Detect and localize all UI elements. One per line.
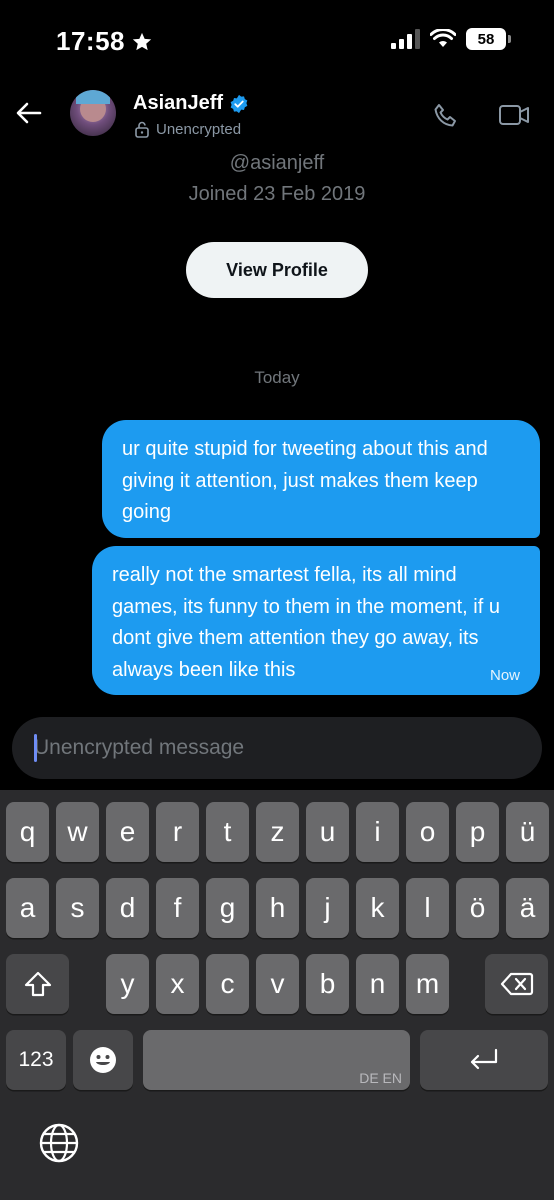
status-indicators: 58: [390, 28, 511, 50]
key-y[interactable]: y: [106, 954, 149, 1014]
star-icon: [132, 32, 152, 50]
status-time: 17:58: [56, 26, 153, 57]
backspace-icon: [500, 972, 533, 996]
key-l[interactable]: l: [406, 878, 449, 938]
key-u-umlaut[interactable]: ü: [506, 802, 549, 862]
key-g[interactable]: g: [206, 878, 249, 938]
emoji-icon: [90, 1047, 116, 1073]
phone-icon[interactable]: [432, 102, 460, 130]
key-p[interactable]: p: [456, 802, 499, 862]
space-bar[interactable]: DE EN: [143, 1030, 410, 1090]
key-v[interactable]: v: [256, 954, 299, 1014]
key-o[interactable]: o: [406, 802, 449, 862]
chat-header: AsianJeff Unencrypted: [0, 80, 554, 154]
shift-arrow-icon: [24, 971, 51, 997]
date-separator: Today: [254, 368, 300, 387]
key-h[interactable]: h: [256, 878, 299, 938]
key-a[interactable]: a: [6, 878, 49, 938]
key-r[interactable]: r: [156, 802, 199, 862]
key-s[interactable]: s: [56, 878, 99, 938]
key-i[interactable]: i: [356, 802, 399, 862]
key-c[interactable]: c: [206, 954, 249, 1014]
key-e[interactable]: e: [106, 802, 149, 862]
key-n[interactable]: n: [356, 954, 399, 1014]
encryption-label: Unencrypted: [156, 120, 242, 138]
wifi-icon: [430, 29, 456, 47]
key-o-umlaut[interactable]: ö: [456, 878, 499, 938]
key-t[interactable]: t: [206, 802, 249, 862]
signal-icon: [391, 29, 420, 49]
contact-name: AsianJeff: [133, 92, 224, 114]
video-call-icon[interactable]: [498, 102, 530, 128]
text-cursor: [34, 734, 37, 762]
key-m[interactable]: m: [406, 954, 449, 1014]
unlocked-icon: [135, 121, 149, 138]
key-q[interactable]: q: [6, 802, 49, 862]
return-key[interactable]: [420, 1030, 548, 1090]
key-f[interactable]: f: [156, 878, 199, 938]
contact-name-row[interactable]: AsianJeff: [133, 92, 249, 115]
key-b[interactable]: b: [306, 954, 349, 1014]
key-k[interactable]: k: [356, 878, 399, 938]
message-text: really not the smartest fella, its all m…: [112, 564, 500, 681]
key-z[interactable]: z: [256, 802, 299, 862]
message-composer[interactable]: [12, 717, 542, 779]
status-bar: 17:58 58: [0, 0, 554, 80]
message-timestamp: Now: [489, 667, 520, 684]
key-w[interactable]: w: [56, 802, 99, 862]
key-j[interactable]: j: [306, 878, 349, 938]
key-d[interactable]: d: [106, 878, 149, 938]
numbers-key-label: 123: [18, 1048, 54, 1071]
return-arrow-icon: [470, 1048, 498, 1070]
numbers-key[interactable]: 123: [6, 1030, 66, 1090]
message-bubble[interactable]: really not the smartest fella, its all m…: [92, 546, 540, 695]
profile-joined-date: Joined 23 Feb 2019: [188, 183, 366, 205]
avatar[interactable]: [70, 90, 116, 136]
view-profile-button[interactable]: View Profile: [186, 242, 368, 298]
back-arrow-icon[interactable]: [14, 98, 44, 128]
globe-icon[interactable]: [38, 1122, 80, 1164]
encryption-status: Unencrypted: [134, 120, 241, 138]
profile-handle: @asianjeff: [229, 152, 325, 174]
message-bubble[interactable]: ur quite stupid for tweeting about this …: [102, 420, 540, 538]
message-input[interactable]: [34, 717, 514, 779]
key-a-umlaut[interactable]: ä: [506, 878, 549, 938]
clock-text: 17:58: [56, 26, 125, 56]
emoji-key[interactable]: [73, 1030, 133, 1090]
message-text: ur quite stupid for tweeting about this …: [122, 438, 488, 523]
key-u[interactable]: u: [306, 802, 349, 862]
keyboard-languages: DE EN: [359, 1070, 402, 1086]
backspace-key[interactable]: [485, 954, 548, 1014]
verified-badge-icon: [230, 94, 248, 113]
key-x[interactable]: x: [156, 954, 199, 1014]
battery-indicator: 58: [466, 28, 511, 50]
shift-key[interactable]: [6, 954, 69, 1014]
